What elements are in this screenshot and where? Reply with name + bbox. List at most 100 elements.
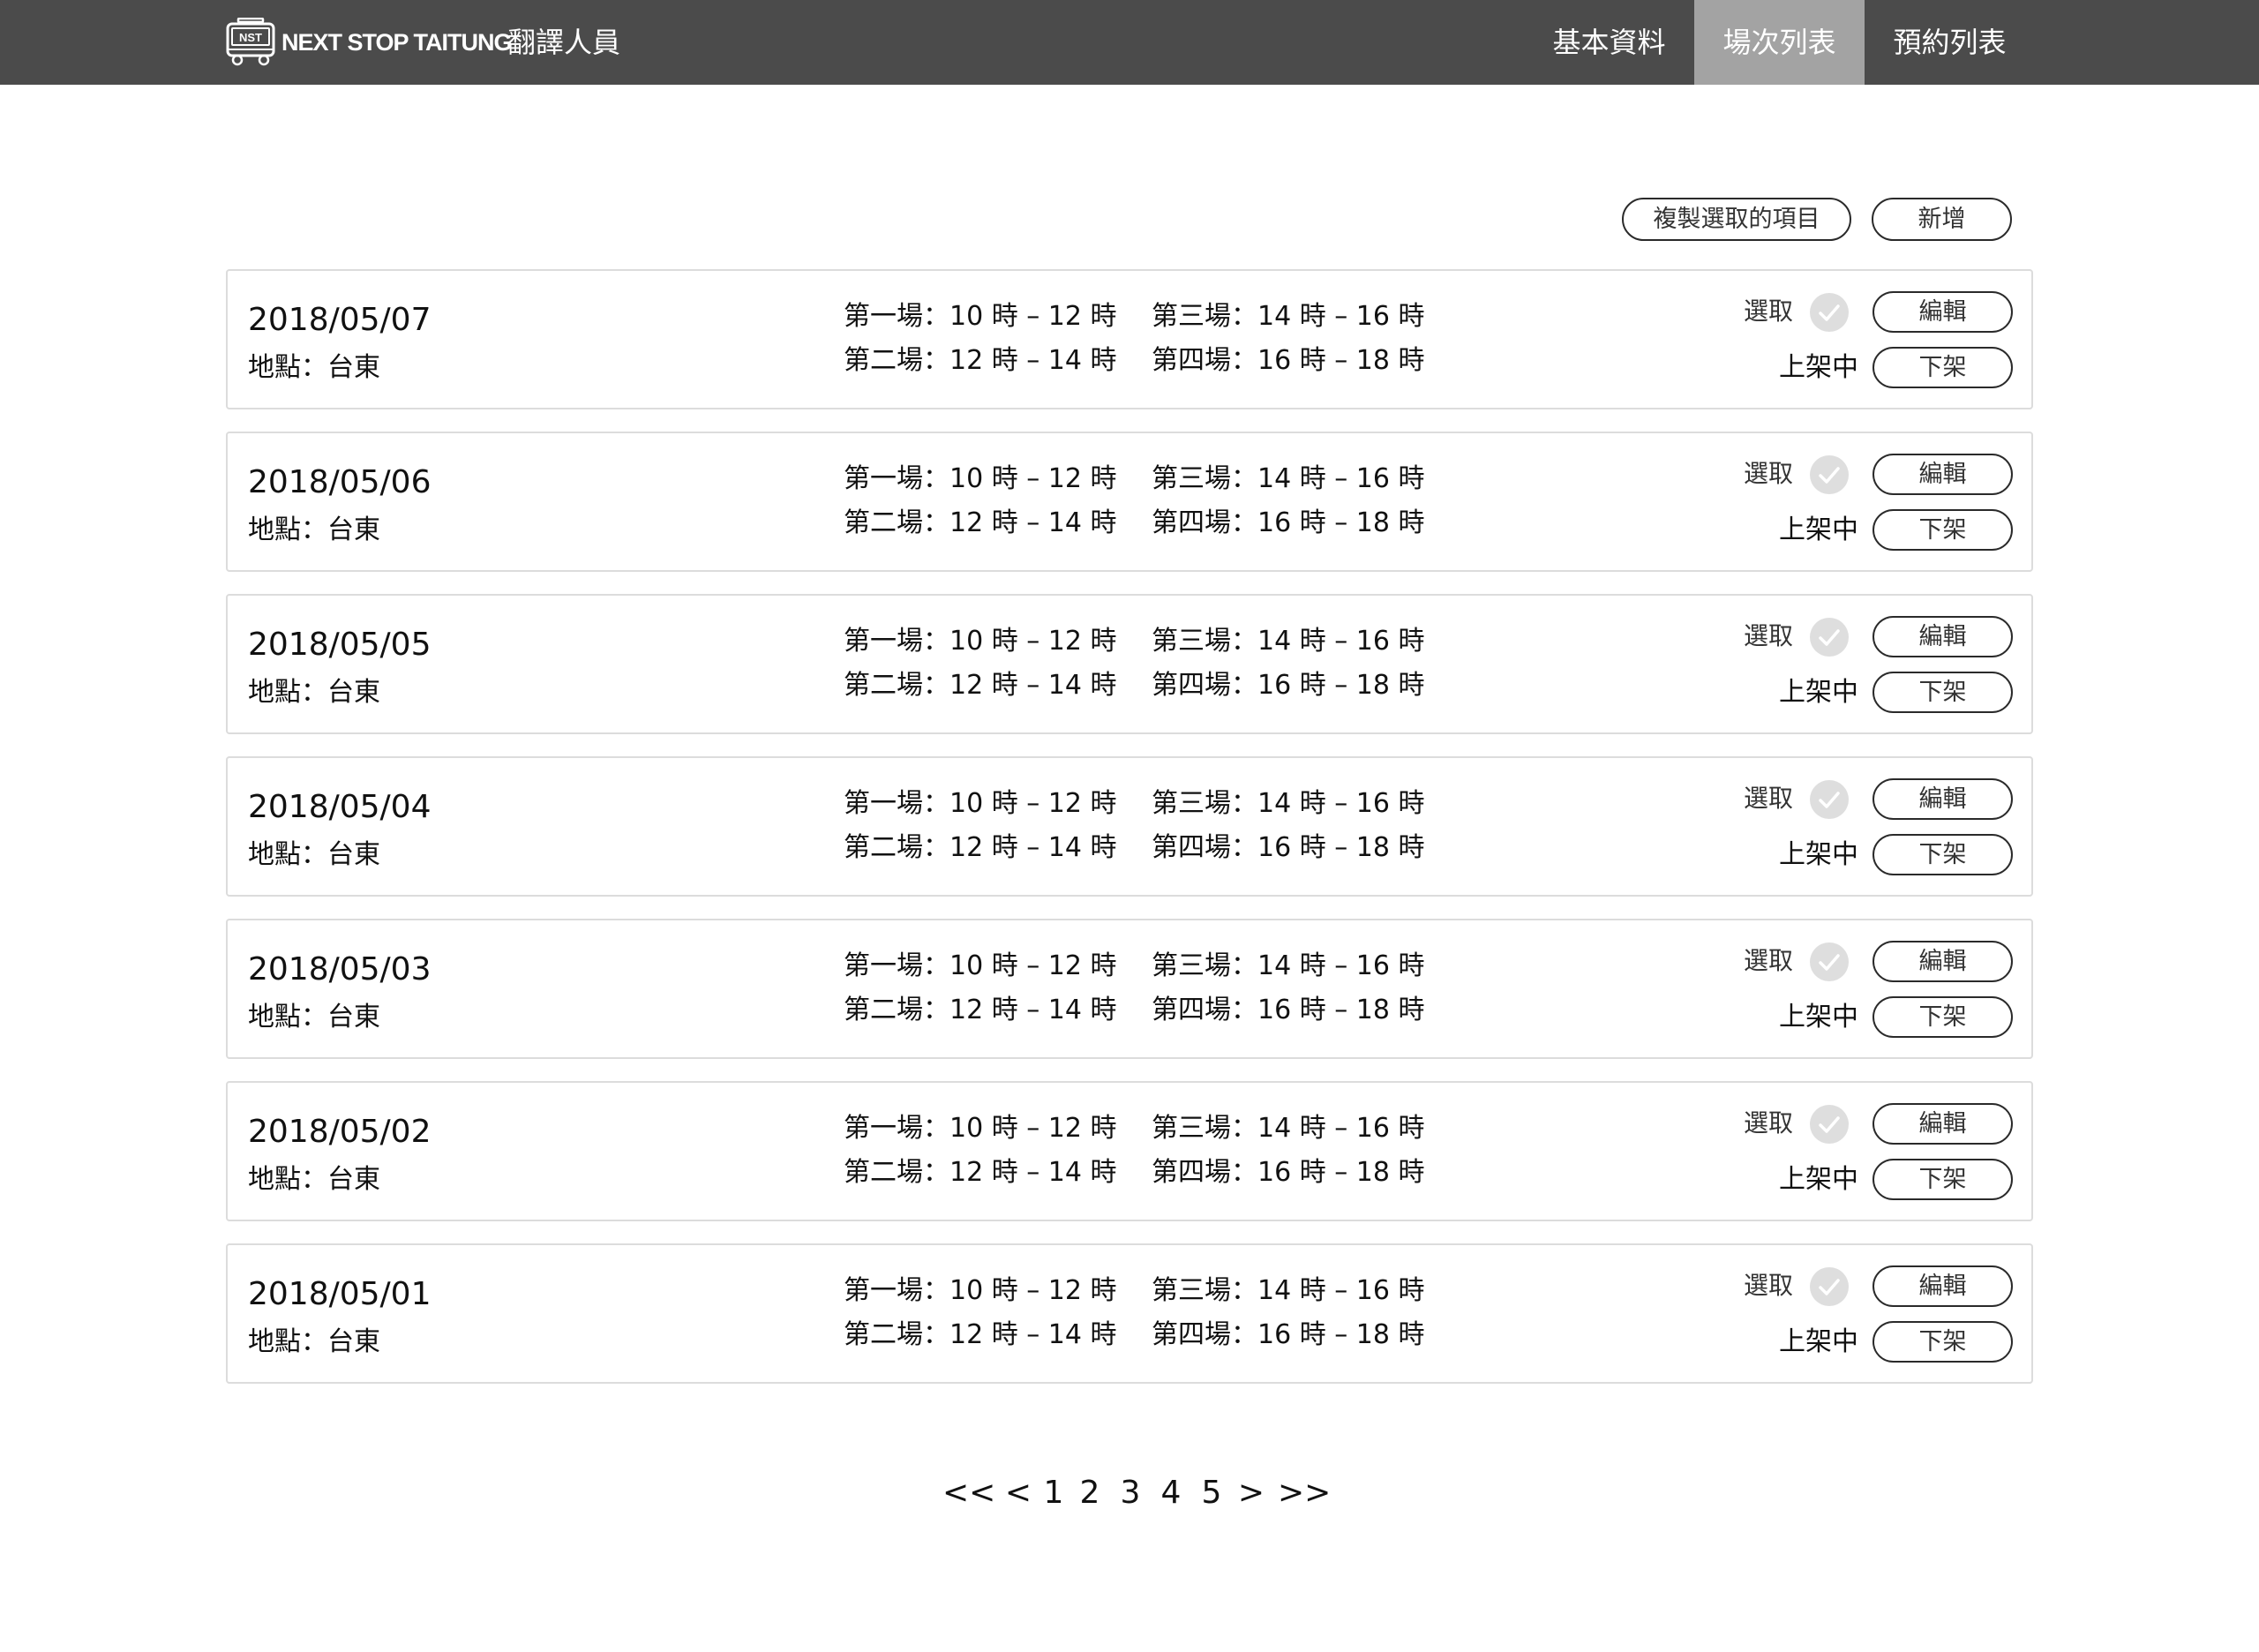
select-check-icon[interactable] [1809,292,1850,333]
select-check-icon[interactable] [1809,1104,1850,1145]
session-date: 2018/05/01 [248,1276,432,1312]
status-label: 上架中 [1779,514,1858,545]
session-slot-4: 第四場：16 時 – 18 時 [1152,670,1425,701]
select-label: 選取 [1744,946,1794,975]
select-check-icon[interactable] [1809,1266,1850,1307]
copy-selected-button[interactable]: 複製選取的項目 [1622,198,1851,241]
add-button[interactable]: 新增 [1872,198,2012,241]
session-card: 2018/05/04 地點：台東 第一場：10 時 – 12 時第二場：12 時 –… [226,756,2033,897]
unpublish-button[interactable]: 下架 [1872,672,2013,713]
select-check-icon[interactable] [1809,617,1850,657]
session-slot-2: 第二場：12 時 – 14 時 [844,832,1117,863]
select-check-icon[interactable] [1809,454,1850,495]
select-check-icon[interactable] [1809,779,1850,820]
session-slot-3: 第三場：14 時 – 16 時 [1152,626,1425,657]
session-location: 地點：台東 [248,1164,380,1195]
unpublish-button[interactable]: 下架 [1872,509,2013,551]
pagination-page-3[interactable]: 3 [1119,1468,1142,1518]
session-card: 2018/05/01 地點：台東 第一場：10 時 – 12 時第二場：12 時 –… [226,1243,2033,1384]
status-label: 上架中 [1779,839,1858,870]
unpublish-button[interactable]: 下架 [1872,1321,2013,1363]
logo-text: NST [239,31,262,44]
session-location: 地點：台東 [248,514,380,545]
brand-name[interactable]: NEXT STOP TAITUNG [281,26,513,58]
session-location: 地點：台東 [248,677,380,708]
unpublish-button[interactable]: 下架 [1872,834,2013,875]
session-date: 2018/05/02 [248,1114,432,1150]
session-date: 2018/05/05 [248,627,432,663]
session-date: 2018/05/07 [248,302,432,338]
train-icon[interactable]: NST [225,18,276,67]
edit-button[interactable]: 編輯 [1872,291,2013,333]
unpublish-button[interactable]: 下架 [1872,996,2013,1038]
session-slot-4: 第四場：16 時 – 18 時 [1152,1157,1425,1188]
select-label: 選取 [1744,1108,1794,1138]
session-slot-3: 第三場：14 時 – 16 時 [1152,950,1425,981]
session-card: 2018/05/03 地點：台東 第一場：10 時 – 12 時第二場：12 時 –… [226,919,2033,1059]
unpublish-button[interactable]: 下架 [1872,1159,2013,1200]
top-bar: NST NEXT STOP TAITUNG 翻譯人員 基本資料 場次列表 預約列… [0,0,2259,85]
session-location: 地點：台東 [248,352,380,383]
session-slot-3: 第三場：14 時 – 16 時 [1152,1113,1425,1144]
edit-button[interactable]: 編輯 [1872,1103,2013,1145]
select-label: 選取 [1744,1271,1794,1300]
pagination-page-4[interactable]: 4 [1160,1468,1182,1518]
pagination-page-5[interactable]: 5 [1200,1468,1223,1518]
select-label: 選取 [1744,621,1794,650]
session-card: 2018/05/02 地點：台東 第一場：10 時 – 12 時第二場：12 時 –… [226,1081,2033,1221]
select-label: 選取 [1744,459,1794,488]
session-location: 地點：台東 [248,1002,380,1032]
user-role: 翻譯人員 [507,26,621,59]
pagination-last[interactable]: >> [1278,1468,1331,1518]
status-label: 上架中 [1779,1164,1858,1195]
edit-button[interactable]: 編輯 [1872,941,2013,982]
session-slot-1: 第一場：10 時 – 12 時 [844,301,1117,332]
pagination-prev[interactable]: < [1002,1468,1034,1518]
session-slot-1: 第一場：10 時 – 12 時 [844,788,1117,819]
session-slot-4: 第四場：16 時 – 18 時 [1152,1319,1425,1350]
edit-button[interactable]: 編輯 [1872,454,2013,495]
session-location: 地點：台東 [248,1326,380,1357]
unpublish-button[interactable]: 下架 [1872,347,2013,388]
session-slot-4: 第四場：16 時 – 18 時 [1152,345,1425,376]
select-label: 選取 [1744,297,1794,326]
session-slot-2: 第二場：12 時 – 14 時 [844,1319,1117,1350]
session-slot-1: 第一場：10 時 – 12 時 [844,463,1117,494]
session-slot-2: 第二場：12 時 – 14 時 [844,995,1117,1025]
session-date: 2018/05/04 [248,789,432,825]
session-slot-4: 第四場：16 時 – 18 時 [1152,995,1425,1025]
pagination-next[interactable]: > [1235,1468,1267,1518]
pagination-first[interactable]: << [942,1468,995,1518]
nav-session-list[interactable]: 場次列表 [1694,0,1865,85]
session-slot-3: 第三場：14 時 – 16 時 [1152,463,1425,494]
status-label: 上架中 [1779,677,1858,708]
edit-button[interactable]: 編輯 [1872,778,2013,820]
edit-button[interactable]: 編輯 [1872,616,2013,657]
nav-basic-info[interactable]: 基本資料 [1524,0,1694,85]
session-slot-3: 第三場：14 時 – 16 時 [1152,301,1425,332]
session-slot-1: 第一場：10 時 – 12 時 [844,950,1117,981]
session-date: 2018/05/03 [248,951,432,987]
session-slot-3: 第三場：14 時 – 16 時 [1152,788,1425,819]
status-label: 上架中 [1779,352,1858,383]
session-slot-4: 第四場：16 時 – 18 時 [1152,507,1425,538]
pagination-page-1[interactable]: 1 [1042,1468,1065,1518]
session-card: 2018/05/06 地點：台東 第一場：10 時 – 12 時第二場：12 時 –… [226,432,2033,572]
main-nav: 基本資料 場次列表 預約列表 [1524,0,2035,85]
session-slot-1: 第一場：10 時 – 12 時 [844,1113,1117,1144]
pagination-page-2[interactable]: 2 [1078,1468,1101,1518]
session-card: 2018/05/05 地點：台東 第一場：10 時 – 12 時第二場：12 時 –… [226,594,2033,734]
edit-button[interactable]: 編輯 [1872,1265,2013,1307]
session-slot-1: 第一場：10 時 – 12 時 [844,1275,1117,1306]
session-slot-2: 第二場：12 時 – 14 時 [844,1157,1117,1188]
nav-reservation-list[interactable]: 預約列表 [1865,0,2035,85]
session-slot-2: 第二場：12 時 – 14 時 [844,345,1117,376]
session-slot-2: 第二場：12 時 – 14 時 [844,670,1117,701]
session-slot-1: 第一場：10 時 – 12 時 [844,626,1117,657]
session-slot-3: 第三場：14 時 – 16 時 [1152,1275,1425,1306]
status-label: 上架中 [1779,1002,1858,1032]
session-card: 2018/05/07 地點：台東 第一場：10 時 – 12 時第二場：12 時 –… [226,269,2033,409]
session-date: 2018/05/06 [248,464,432,500]
select-check-icon[interactable] [1809,942,1850,982]
select-label: 選取 [1744,784,1794,813]
